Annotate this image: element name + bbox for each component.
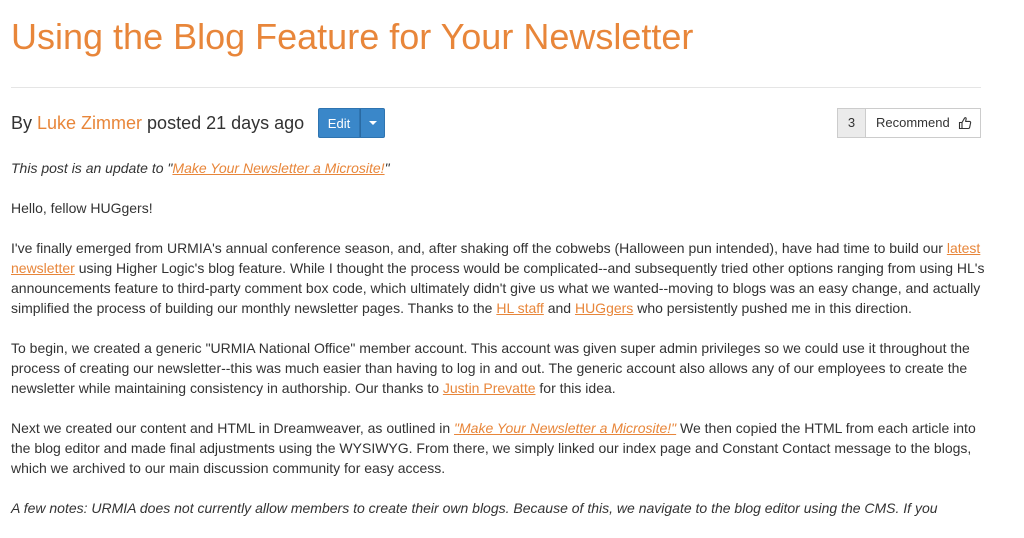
- posted-date: posted 21 days ago: [142, 113, 305, 133]
- edit-dropdown-button[interactable]: [360, 108, 385, 138]
- update-note: This post is an update to "Make Your New…: [11, 158, 986, 178]
- intro-text-4: who persistently pushed me in this direc…: [633, 300, 912, 316]
- recommend-label: Recommend: [876, 115, 950, 130]
- edit-button-group: Edit: [318, 108, 385, 138]
- recommend-button[interactable]: Recommend: [866, 108, 981, 138]
- update-note-text-end: ": [384, 160, 390, 176]
- thumbs-up-icon: [958, 117, 971, 130]
- process-text-1: Next we created our content and HTML in …: [11, 420, 455, 436]
- caret-down-icon: [369, 121, 377, 125]
- title-divider: [11, 87, 981, 88]
- intro-text-1: I've finally emerged from URMIA's annual…: [11, 240, 947, 256]
- hl-staff-link[interactable]: HL staff: [496, 300, 543, 316]
- account-paragraph: To begin, we created a generic "URMIA Na…: [11, 338, 986, 398]
- intro-text-3: and: [543, 300, 575, 316]
- post-body: This post is an update to "Make Your New…: [11, 158, 986, 538]
- greeting-paragraph: Hello, fellow HUGgers!: [11, 200, 153, 216]
- microsite-link-inline[interactable]: "Make Your Newsletter a Microsite!": [454, 420, 676, 436]
- justin-prevatte-link[interactable]: Justin Prevatte: [443, 380, 536, 396]
- recommend-count: 3: [837, 108, 866, 138]
- recommend-group: 3 Recommend: [837, 108, 981, 138]
- notes-paragraph: A few notes: URMIA does not currently al…: [11, 500, 938, 516]
- account-text-2: for this idea.: [535, 380, 616, 396]
- byline: By Luke Zimmer posted 21 days ago: [11, 110, 304, 136]
- update-note-text: This post is an update to ": [11, 160, 173, 176]
- huggers-link[interactable]: HUGgers: [575, 300, 633, 316]
- intro-paragraph: I've finally emerged from URMIA's annual…: [11, 238, 986, 318]
- author-link[interactable]: Luke Zimmer: [37, 113, 142, 133]
- byline-prefix: By: [11, 113, 38, 133]
- microsite-post-link[interactable]: Make Your Newsletter a Microsite!: [172, 160, 384, 176]
- process-paragraph: Next we created our content and HTML in …: [11, 418, 986, 478]
- edit-button[interactable]: Edit: [318, 108, 360, 138]
- page-title: Using the Blog Feature for Your Newslett…: [11, 16, 694, 57]
